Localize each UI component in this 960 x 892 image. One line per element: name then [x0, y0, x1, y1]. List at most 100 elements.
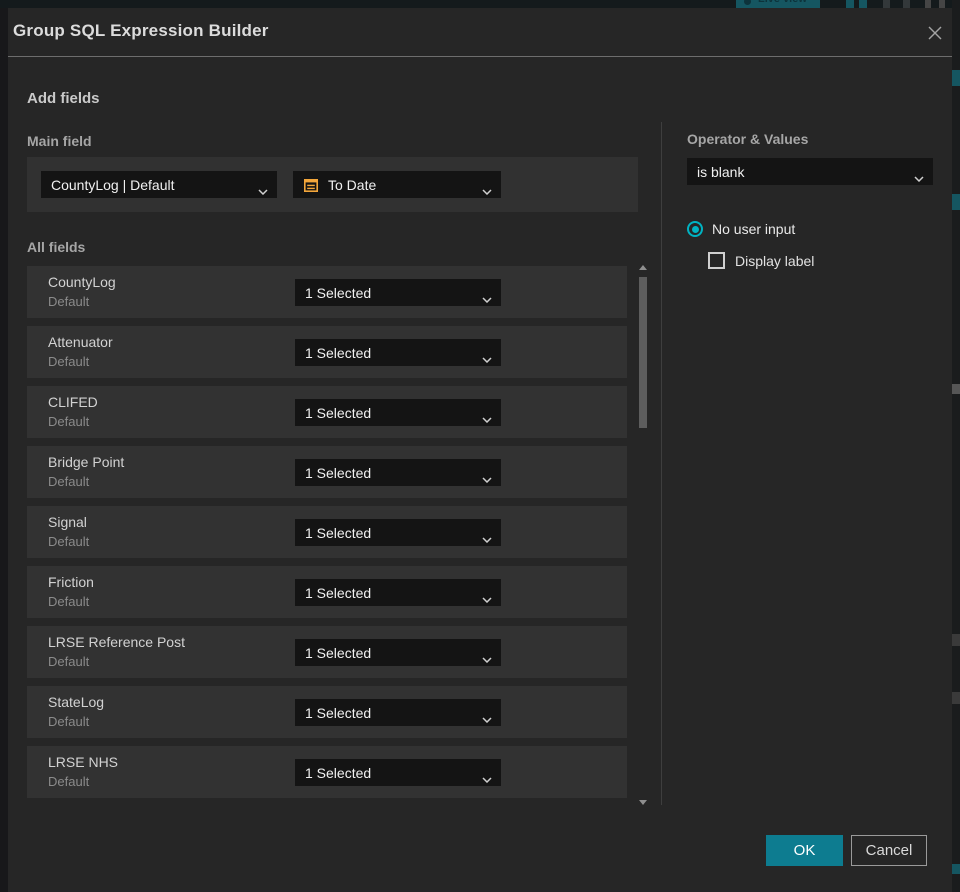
- live-view-button: Live view: [736, 0, 820, 8]
- all-fields-heading: All fields: [27, 239, 86, 255]
- field-selected-value: 1 Selected: [305, 464, 372, 481]
- field-name: Friction: [48, 574, 94, 590]
- field-selected-dropdown[interactable]: 1 Selected: [295, 279, 501, 306]
- panel-divider: [661, 122, 662, 805]
- field-subtype: Default: [48, 414, 90, 429]
- operator-select-value: is blank: [697, 163, 745, 180]
- field-selected-value: 1 Selected: [305, 764, 372, 781]
- chevron-down-icon: [482, 350, 492, 366]
- scroll-down-arrow-icon[interactable]: [639, 800, 647, 805]
- checkbox-unchecked-icon: [708, 252, 725, 269]
- group-sql-expression-builder-dialog: Group SQL Expression Builder Add fields …: [8, 8, 952, 892]
- field-subtype: Default: [48, 714, 90, 729]
- chevron-down-icon: [482, 650, 492, 666]
- background-app-bar: Live view: [0, 0, 960, 8]
- field-row: StateLog Default 1 Selected: [27, 686, 627, 738]
- main-field-type-select[interactable]: To Date: [293, 171, 501, 198]
- field-row: Bridge Point Default 1 Selected: [27, 446, 627, 498]
- field-subtype: Default: [48, 534, 90, 549]
- field-name: CLIFED: [48, 394, 98, 410]
- chevron-down-icon: [482, 182, 492, 198]
- chevron-down-icon: [914, 169, 924, 185]
- scroll-up-arrow-icon[interactable]: [639, 265, 647, 270]
- background-fragment: [952, 634, 960, 646]
- fields-list-scrollbar[interactable]: [638, 263, 648, 805]
- field-selected-value: 1 Selected: [305, 344, 372, 361]
- field-subtype: Default: [48, 354, 90, 369]
- field-subtype: Default: [48, 294, 90, 309]
- dialog-title: Group SQL Expression Builder: [13, 21, 269, 40]
- field-selected-dropdown[interactable]: 1 Selected: [295, 579, 501, 606]
- field-row: Friction Default 1 Selected: [27, 566, 627, 618]
- field-selected-dropdown[interactable]: 1 Selected: [295, 759, 501, 786]
- field-name: Signal: [48, 514, 87, 530]
- background-icon-fragment: [846, 0, 854, 8]
- chevron-down-icon: [258, 182, 268, 198]
- close-icon[interactable]: [924, 22, 946, 44]
- live-view-dot-icon: [744, 0, 751, 5]
- field-subtype: Default: [48, 654, 90, 669]
- ok-button[interactable]: OK: [766, 835, 843, 866]
- operator-values-heading: Operator & Values: [687, 131, 809, 147]
- field-selected-value: 1 Selected: [305, 644, 372, 661]
- background-fragment: [952, 384, 960, 394]
- no-user-input-label: No user input: [712, 221, 796, 237]
- field-row: CountyLog Default 1 Selected: [27, 266, 627, 318]
- field-selected-value: 1 Selected: [305, 524, 372, 541]
- field-selected-value: 1 Selected: [305, 404, 372, 421]
- background-fragment: [952, 692, 960, 704]
- background-fragment: [952, 194, 960, 210]
- field-selected-dropdown[interactable]: 1 Selected: [295, 459, 501, 486]
- background-icon-fragment: [859, 0, 867, 8]
- field-subtype: Default: [48, 474, 90, 489]
- display-label-label: Display label: [735, 252, 815, 269]
- chevron-down-icon: [482, 290, 492, 306]
- no-user-input-radio[interactable]: No user input: [687, 221, 795, 237]
- chevron-down-icon: [482, 530, 492, 546]
- all-fields-list: CountyLog Default 1 Selected Attenuator …: [27, 266, 627, 806]
- field-selected-dropdown[interactable]: 1 Selected: [295, 519, 501, 546]
- field-selected-value: 1 Selected: [305, 584, 372, 601]
- field-selected-dropdown[interactable]: 1 Selected: [295, 699, 501, 726]
- live-view-label: Live view: [758, 0, 807, 5]
- chevron-down-icon: [482, 470, 492, 486]
- field-selected-value: 1 Selected: [305, 284, 372, 301]
- field-row: Signal Default 1 Selected: [27, 506, 627, 558]
- field-selected-dropdown[interactable]: 1 Selected: [295, 399, 501, 426]
- chevron-down-icon: [482, 710, 492, 726]
- field-name: Bridge Point: [48, 454, 125, 470]
- main-field-select-value: CountyLog | Default: [51, 176, 175, 193]
- chevron-down-icon: [482, 410, 492, 426]
- cancel-button[interactable]: Cancel: [851, 835, 927, 866]
- background-icon-fragment: [883, 0, 890, 8]
- field-name: CountyLog: [48, 274, 116, 290]
- operator-select[interactable]: is blank: [687, 158, 933, 185]
- main-field-heading: Main field: [27, 133, 92, 149]
- display-label-checkbox[interactable]: Display label: [708, 252, 814, 269]
- field-row: LRSE Reference Post Default 1 Selected: [27, 626, 627, 678]
- scrollbar-thumb[interactable]: [639, 277, 647, 428]
- background-icon-fragment: [903, 0, 910, 8]
- chevron-down-icon: [482, 590, 492, 606]
- calendar-icon: [303, 178, 318, 192]
- field-selected-dropdown[interactable]: 1 Selected: [295, 639, 501, 666]
- background-icon-fragment: [939, 0, 945, 8]
- main-field-panel: CountyLog | Default To Date: [27, 157, 638, 212]
- dialog-header: Group SQL Expression Builder: [8, 8, 952, 57]
- chevron-down-icon: [482, 770, 492, 786]
- background-fragment: [952, 70, 960, 86]
- background-app-edge: [952, 0, 960, 892]
- field-subtype: Default: [48, 774, 90, 789]
- radio-selected-icon: [687, 221, 703, 237]
- background-fragment: [952, 864, 960, 874]
- field-row: CLIFED Default 1 Selected: [27, 386, 627, 438]
- field-name: StateLog: [48, 694, 105, 710]
- field-selected-dropdown[interactable]: 1 Selected: [295, 339, 501, 366]
- field-subtype: Default: [48, 594, 90, 609]
- field-name: Attenuator: [48, 334, 113, 350]
- field-row: LRSE NHS Default 1 Selected: [27, 746, 627, 798]
- main-field-select[interactable]: CountyLog | Default: [41, 171, 277, 198]
- field-name: LRSE Reference Post: [48, 634, 185, 650]
- main-field-type-value: To Date: [328, 176, 377, 193]
- field-selected-value: 1 Selected: [305, 704, 372, 721]
